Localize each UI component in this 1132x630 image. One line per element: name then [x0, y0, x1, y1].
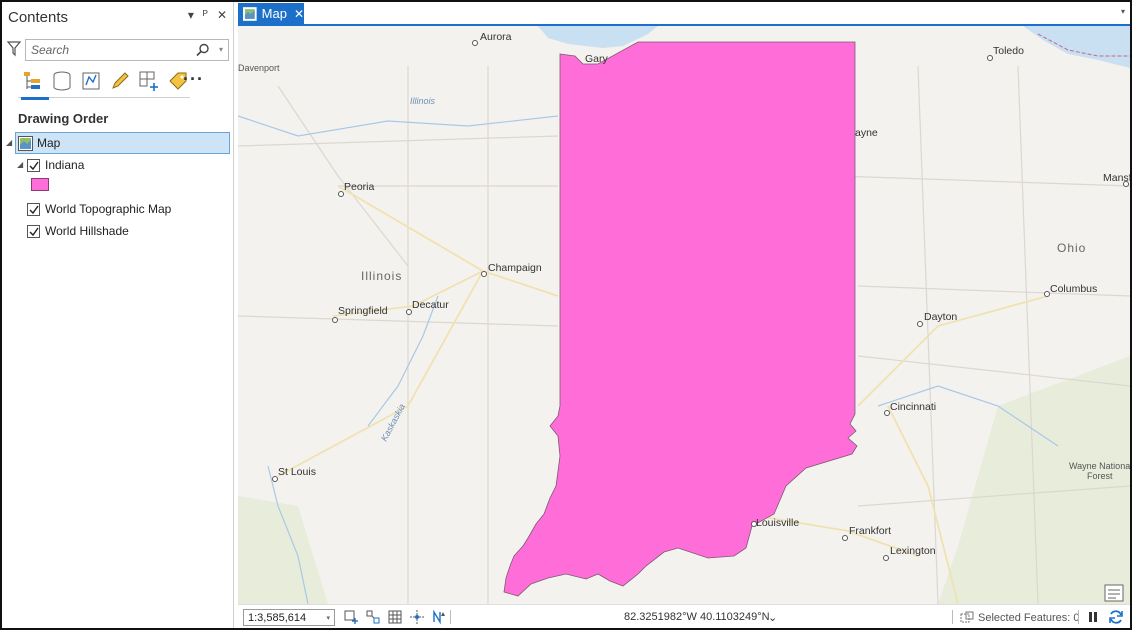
indiana-symbol-swatch[interactable] — [31, 178, 49, 191]
status-separator-2 — [952, 610, 953, 624]
coordinate-readout: 82.3251982°W 40.1103249°N — [624, 611, 770, 623]
fixed-zoom-icon[interactable] — [343, 609, 359, 625]
scale-dropdown-chevron-icon[interactable]: ▾ — [326, 614, 330, 622]
list-by-editing-icon[interactable] — [109, 70, 131, 92]
scale-value: 1:3,585,614 — [248, 611, 307, 624]
constraints-toggle-icon[interactable] — [409, 609, 425, 625]
label-toledo: Toledo — [993, 45, 1024, 57]
label-springfield: Springfield — [338, 305, 388, 317]
more-icon[interactable]: ··· — [183, 70, 204, 88]
label-frankfort: Frankfort — [849, 525, 891, 537]
tab-map[interactable]: Map ✕ — [238, 3, 304, 24]
list-by-snapping-icon[interactable] — [138, 70, 160, 92]
tree-item-world-topographic-map[interactable]: World Topographic Map — [27, 199, 171, 219]
contents-toolbar — [18, 68, 190, 100]
label-gary: Gary — [585, 53, 609, 65]
selected-features-label: Selected Features: 0 — [978, 612, 1080, 624]
map-view[interactable]: Map ✕ ▾ Aurora Gary Toledo Davenport Ill… — [238, 2, 1130, 628]
label-mansf: Mansf — [1103, 172, 1130, 184]
label-wayne-national-forest-1: Wayne National — [1069, 461, 1130, 471]
grid-toggle-icon[interactable] — [387, 609, 403, 625]
label-st-louis: St Louis — [278, 466, 316, 478]
refresh-icon[interactable] — [1108, 609, 1124, 625]
world-topographic-layer-label: World Topographic Map — [45, 202, 172, 216]
label-wayne-national-forest-2: Forest — [1087, 471, 1113, 481]
app-window: Contents ▾ ᴾ ✕ ▾ — [0, 0, 1132, 630]
label-peoria: Peoria — [344, 181, 375, 193]
status-tools — [343, 609, 447, 625]
label-illinois-river: Illinois — [410, 96, 436, 106]
pause-drawing-icon[interactable] — [1086, 610, 1100, 624]
filter-icon[interactable] — [7, 41, 21, 57]
label-decatur: Decatur — [412, 299, 449, 311]
map-canvas[interactable]: Aurora Gary Toledo Davenport Illinois ay… — [238, 26, 1130, 604]
map-label: Map — [37, 136, 61, 150]
map-icon — [18, 135, 33, 151]
label-cincinnati: Cincinnati — [890, 401, 936, 413]
list-by-drawing-order-icon[interactable] — [21, 70, 49, 100]
snapping-toggle-icon[interactable] — [365, 609, 381, 625]
world-hillshade-visibility-checkbox[interactable] — [27, 224, 40, 238]
tree-item-indiana[interactable]: Indiana — [27, 155, 84, 175]
map-tab-label: Map — [261, 6, 287, 21]
status-separator-1 — [450, 610, 451, 624]
label-lexington: Lexington — [890, 545, 936, 557]
label-louisville: Louisville — [756, 517, 799, 529]
label-dayton: Dayton — [924, 311, 957, 323]
world-topographic-visibility-checkbox[interactable] — [27, 202, 40, 216]
pane-menu-icon[interactable]: ▾ — [188, 8, 194, 22]
selection-icon — [960, 611, 974, 623]
indiana-expander-icon[interactable]: ◢ — [17, 160, 23, 169]
selected-features-indicator[interactable]: Selected Features: 0 — [960, 611, 1080, 625]
map-expander-icon[interactable]: ◢ — [6, 138, 12, 147]
label-champaign: Champaign — [488, 262, 542, 274]
status-separator-3 — [1078, 610, 1079, 624]
coordinate-format-chevron-icon[interactable]: ⌄ — [768, 611, 777, 624]
search-input[interactable] — [31, 42, 191, 58]
label-davenport: Davenport — [238, 63, 280, 73]
contents-title: Contents — [8, 9, 69, 26]
map-tab-bar: Map ✕ ▾ — [238, 2, 1130, 26]
close-tab-icon[interactable]: ✕ — [294, 7, 304, 21]
search-box[interactable]: ▾ — [25, 39, 229, 61]
scale-selector[interactable]: 1:3,585,614 ▾ — [243, 609, 335, 626]
tree-item-world-hillshade[interactable]: World Hillshade — [27, 221, 129, 241]
world-hillshade-layer-label: World Hillshade — [45, 224, 129, 238]
close-pane-icon[interactable]: ✕ — [217, 8, 227, 22]
overview-map-icon[interactable] — [1104, 584, 1124, 602]
map-status-bar: 1:3,585,614 ▾ 82.3251982°W 40.1103249°N … — [238, 604, 1130, 628]
pin-icon[interactable]: ᴾ — [203, 8, 208, 22]
map-tab-icon — [243, 6, 257, 21]
label-illinois-state: Illinois — [361, 269, 402, 283]
indiana-visibility-checkbox[interactable] — [27, 158, 40, 172]
search-icon[interactable] — [196, 43, 210, 57]
tree-item-map[interactable]: Map — [15, 132, 230, 154]
label-aurora: Aurora — [480, 31, 512, 43]
drawing-order-heading: Drawing Order — [18, 111, 109, 126]
list-by-selection-icon[interactable] — [80, 70, 102, 92]
indiana-layer-label: Indiana — [45, 158, 85, 172]
pane-controls: ▾ ᴾ ✕ — [188, 8, 227, 22]
tab-list-chevron-icon[interactable]: ▾ — [1121, 7, 1125, 16]
label-wayne: ayne — [855, 127, 878, 139]
search-options-chevron-icon[interactable]: ▾ — [219, 45, 223, 54]
contents-pane: Contents ▾ ᴾ ✕ ▾ — [2, 2, 234, 628]
label-columbus: Columbus — [1050, 283, 1097, 295]
label-ohio: Ohio — [1057, 241, 1086, 255]
list-by-data-source-icon[interactable] — [51, 70, 73, 92]
north-arrow-rotation-icon[interactable] — [431, 609, 447, 625]
